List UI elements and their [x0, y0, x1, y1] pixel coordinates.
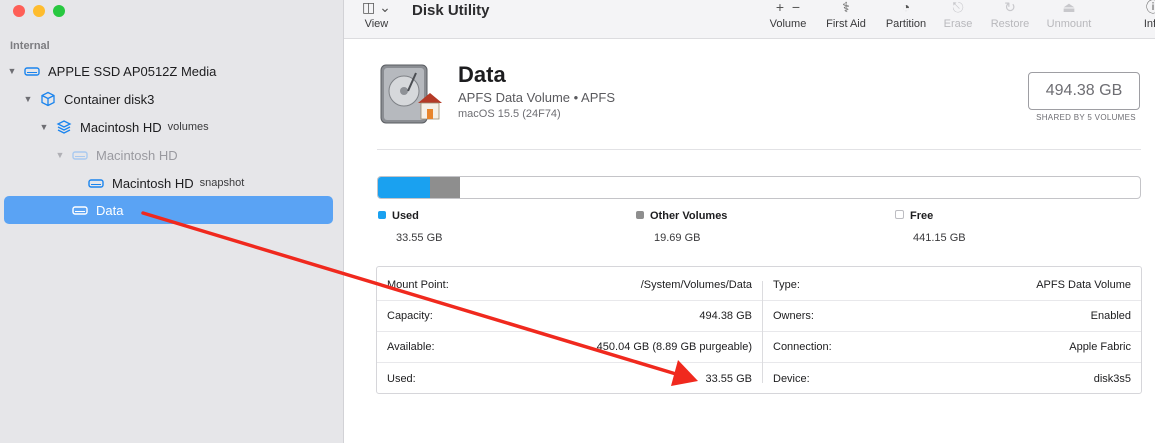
divider	[377, 149, 1141, 150]
legend-other-volumes: Other Volumes 19.69 GB	[636, 210, 727, 244]
sidebar-item-sublabel: volumes	[167, 121, 209, 133]
erase-button[interactable]: ⎋ Erase	[941, 0, 975, 30]
info-row-capacity: Capacity: 494.38 GB	[377, 301, 762, 332]
usage-bar-other	[429, 177, 461, 198]
info-row-available: Available: 450.04 GB (8.89 GB purgeable)	[377, 332, 762, 363]
info-row-connection: Connection: Apple Fabric	[763, 332, 1141, 363]
layers-icon	[56, 120, 72, 134]
legend-used: Used 33.55 GB	[378, 210, 442, 244]
drive-icon	[72, 151, 88, 160]
info-row-owners: Owners: Enabled	[763, 301, 1141, 332]
sidebar-item-macintosh-hd[interactable]: ▼ Macintosh HD	[4, 141, 333, 169]
sidebar-item-container[interactable]: ▼ Container disk3	[4, 85, 333, 113]
window-controls	[13, 5, 65, 17]
sidebar-item-ssd[interactable]: ▼ APPLE SSD AP0512Z Media	[4, 57, 333, 85]
sidebar-section-internal: Internal	[10, 40, 50, 52]
sidebar-item-snapshot[interactable]: Macintosh HD snapshot	[4, 169, 333, 197]
legend-free: Free 441.15 GB	[895, 210, 966, 244]
drive-icon	[72, 206, 88, 215]
chevron-down-icon[interactable]: ▼	[6, 66, 18, 76]
used-swatch-icon	[378, 211, 386, 219]
info-row-type: Type: APFS Data Volume	[763, 270, 1141, 301]
restore-button[interactable]: ↻ Restore	[989, 0, 1031, 30]
hard-drive-home-icon	[380, 64, 442, 124]
sidebar-item-label: Macintosh HD	[80, 119, 162, 135]
minimize-window-button[interactable]	[33, 5, 45, 17]
free-swatch-icon	[895, 210, 904, 219]
first-aid-button[interactable]: ⚕ First Aid	[824, 0, 868, 30]
sidebar-item-label: Macintosh HD	[112, 175, 194, 191]
info-row-device: Device: disk3s5	[773, 372, 1131, 385]
chevron-down-icon[interactable]: ▼	[22, 94, 34, 104]
unmount-button[interactable]: ⏏ Unmount	[1044, 0, 1094, 30]
pie-icon: ◔	[901, 0, 911, 15]
volume-name: Data	[458, 62, 506, 87]
container-cube-icon	[41, 91, 55, 107]
volume-button[interactable]: + − Volume	[768, 0, 808, 30]
drive-icon	[24, 67, 40, 76]
close-window-button[interactable]	[13, 5, 25, 17]
sidebar-toggle-icon: ◫ ⌄	[362, 0, 391, 15]
info-button[interactable]: ⓘ Info	[1138, 0, 1155, 30]
drive-icon	[88, 179, 104, 188]
chevron-down-icon[interactable]: ▼	[38, 122, 50, 132]
chevron-down-icon[interactable]: ▼	[54, 150, 66, 160]
usage-bar-used	[378, 177, 430, 198]
sidebar-item-label: APPLE SSD AP0512Z Media	[48, 63, 217, 79]
sidebar-item-label: Data	[96, 202, 124, 218]
shared-label: SHARED BY 5 VOLUMES	[1036, 113, 1136, 122]
eject-icon: ⏏	[1062, 0, 1076, 15]
volume-size-badge: 494.38 GB	[1028, 72, 1140, 110]
info-right-column: Type: APFS Data Volume Owners: Enabled Con…	[763, 267, 1141, 393]
info-icon: ⓘ	[1146, 0, 1155, 15]
partition-button[interactable]: ◔ Partition	[882, 0, 930, 30]
zoom-window-button[interactable]	[53, 5, 65, 17]
usage-bar	[377, 176, 1141, 199]
sidebar: Internal ▼ APPLE SSD AP0512Z Media ▼ Con…	[0, 0, 344, 443]
plus-minus-icon: + −	[775, 0, 801, 15]
sidebar-item-label: Macintosh HD	[96, 147, 178, 163]
info-row-mount-point: Mount Point:/System/Volumes/Data	[377, 270, 762, 301]
stethoscope-icon: ⚕	[842, 0, 850, 15]
sidebar-item-sublabel: snapshot	[199, 177, 245, 189]
sidebar-item-macintosh-hd-volumes[interactable]: ▼ Macintosh HD volumes	[4, 113, 333, 141]
info-table: Mount Point:/System/Volumes/Data Capacit…	[376, 266, 1142, 394]
info-row-used: Used: 33.55 GB	[387, 372, 752, 385]
sidebar-item-label: Container disk3	[64, 91, 155, 107]
app-title: Disk Utility	[412, 2, 490, 19]
info-left-column: Mount Point:/System/Volumes/Data Capacit…	[377, 267, 762, 393]
restore-icon: ↻	[1004, 0, 1016, 15]
toolbar: ◫ ⌄ View Disk Utility + − Volume ⚕ First…	[344, 0, 1155, 39]
volume-os: macOS 15.5 (24F74)	[458, 108, 561, 120]
view-button[interactable]: ◫ ⌄ View	[362, 0, 391, 30]
erase-icon: ⎋	[952, 0, 964, 15]
main-panel: Data APFS Data Volume • APFS macOS 15.5 …	[344, 39, 1155, 443]
sidebar-item-data[interactable]: Data	[4, 196, 333, 224]
volume-subtitle: APFS Data Volume • APFS	[458, 90, 616, 105]
other-swatch-icon	[636, 211, 644, 219]
